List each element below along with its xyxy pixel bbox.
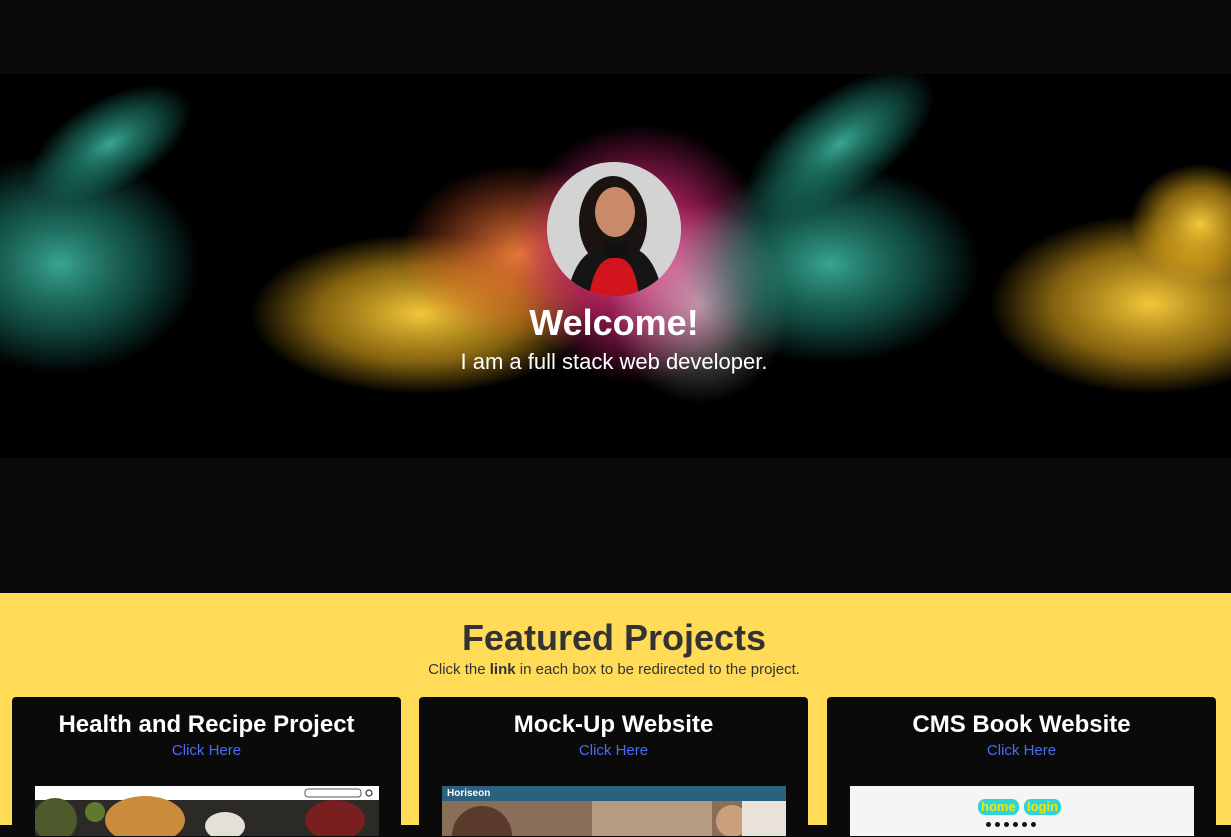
- project-card-mockup: Mock-Up Website Click Here Horiseon: [419, 697, 808, 837]
- card-title: Health and Recipe Project: [58, 711, 355, 738]
- project-card-cms-book: CMS Book Website Click Here home login: [827, 697, 1216, 837]
- project-link[interactable]: Click Here: [12, 742, 401, 760]
- thumbnail-header: [442, 786, 786, 801]
- hero-banner: Welcome! I am a full stack web developer…: [0, 74, 1231, 458]
- profile-avatar: [547, 162, 681, 296]
- project-link[interactable]: Click Here: [827, 742, 1216, 760]
- project-thumbnail: home login: [850, 786, 1194, 836]
- thumbnail-home-button: home: [978, 799, 1019, 815]
- project-thumbnail: [35, 786, 379, 836]
- thumbnail-login-button: login: [1024, 799, 1062, 815]
- project-link[interactable]: Click Here: [419, 742, 808, 760]
- thumbnail-heading-fragment: [986, 822, 1036, 835]
- project-card-health-recipe: Health and Recipe Project Click Here: [12, 697, 401, 837]
- section-description: Click the link in each box to be redirec…: [0, 661, 1228, 679]
- description-text-start: Click the: [428, 661, 490, 678]
- featured-projects-section: Featured Projects Click the link in each…: [0, 593, 1231, 837]
- section-spacer: [0, 458, 1231, 593]
- card-title: CMS Book Website: [912, 711, 1131, 738]
- section-title: Featured Projects: [461, 617, 767, 658]
- hero-subtitle: I am a full stack web developer.: [460, 349, 768, 374]
- description-bold-word: link: [489, 661, 516, 678]
- hero-title: Welcome!: [529, 302, 699, 343]
- project-thumbnail: Horiseon: [442, 786, 786, 836]
- card-title: Mock-Up Website: [513, 711, 714, 738]
- thumbnail-brand-text: Horiseon: [447, 788, 491, 799]
- top-bar: [0, 0, 1231, 74]
- description-text-end: in each box to be redirected to the proj…: [515, 661, 800, 678]
